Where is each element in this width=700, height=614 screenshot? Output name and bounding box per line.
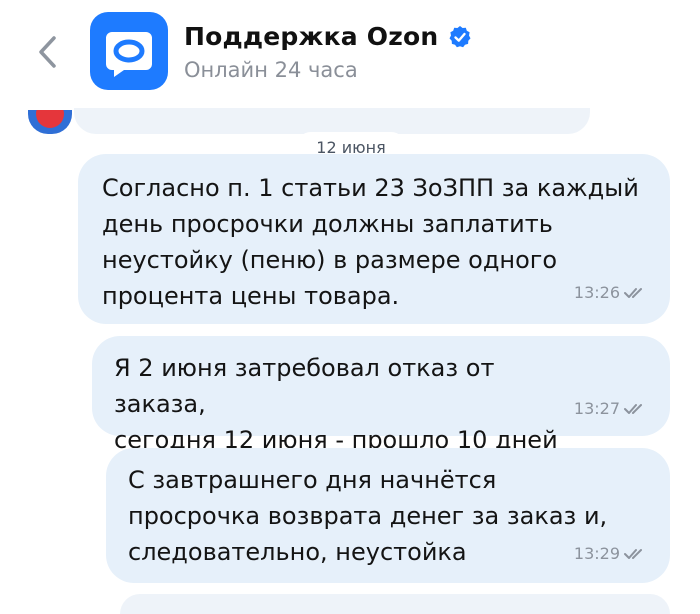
message-text: Согласно п. 1 статьи 23 ЗоЗПП за каждый …: [102, 174, 639, 310]
message-list[interactable]: 12 июня Согласно п. 1 статьи 23 ЗоЗПП за…: [0, 108, 700, 614]
message-text: Я 2 июня затребовал отказ от заказа, сег…: [114, 354, 558, 454]
chat-subtitle: Онлайн 24 часа: [184, 58, 358, 82]
message-meta: 13:29: [574, 544, 648, 563]
double-check-icon: [624, 548, 642, 559]
message-text: С завтрашнего дня начнётся просрочка воз…: [128, 466, 608, 566]
verified-badge-icon: [449, 25, 471, 47]
ozon-support-chat-logo: [106, 32, 152, 77]
back-button[interactable]: [30, 32, 66, 72]
previous-message-bubble: [74, 108, 590, 134]
chat-header: Поддержка Ozon Онлайн 24 часа: [0, 0, 700, 108]
chat-title: Поддержка Ozon: [184, 22, 439, 51]
message-bubble[interactable]: Согласно п. 1 статьи 23 ЗоЗПП за каждый …: [78, 154, 670, 324]
message-meta: 13:26: [574, 283, 648, 302]
message-meta: 13:27: [574, 399, 648, 418]
double-check-icon: [624, 403, 642, 414]
double-check-icon: [624, 287, 642, 298]
previous-message-avatar: [28, 110, 72, 134]
message-bubble[interactable]: С завтрашнего дня начнётся просрочка воз…: [106, 448, 670, 583]
message-time: 13:27: [573, 399, 620, 418]
next-message-bubble: [120, 594, 670, 614]
chevron-left-icon: [39, 36, 56, 68]
support-avatar[interactable]: [90, 12, 168, 90]
message-time: 13:29: [573, 544, 620, 563]
chat-title-row: Поддержка Ozon: [184, 22, 472, 51]
message-time: 13:26: [573, 283, 620, 302]
message-bubble[interactable]: Я 2 июня затребовал отказ от заказа, сег…: [92, 336, 670, 454]
